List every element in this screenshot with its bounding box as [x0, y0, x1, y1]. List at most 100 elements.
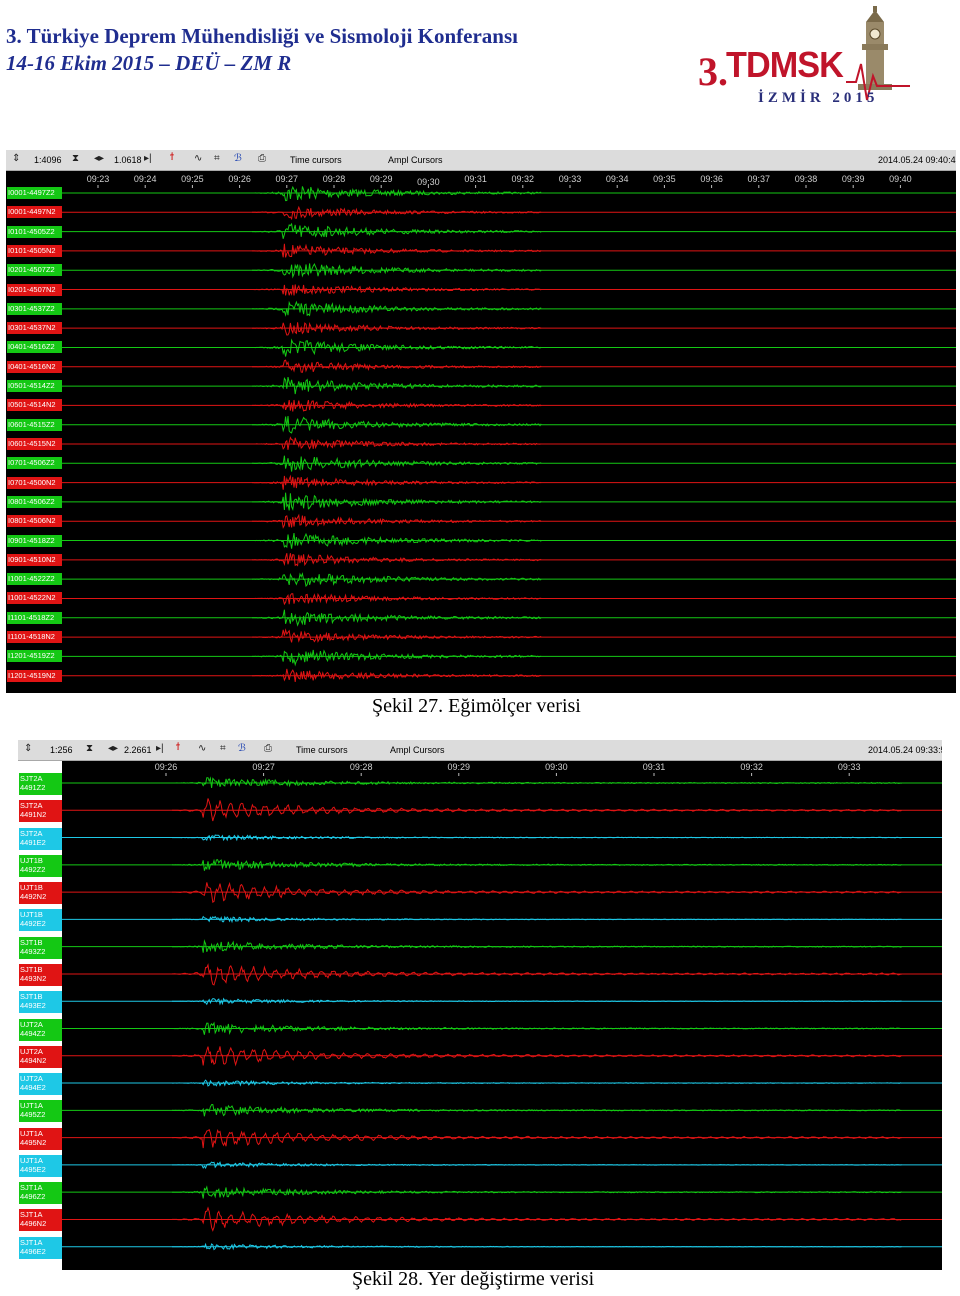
channel-label[interactable]: I0501-4514Z2	[7, 380, 62, 393]
channel-label[interactable]: I0201-4507Z2	[7, 264, 62, 277]
channel-label[interactable]: I0601-4515Z2	[7, 418, 62, 431]
hourglass-icon[interactable]: ⧗	[86, 743, 93, 754]
seismic-trace	[252, 205, 542, 221]
channel-label[interactable]: I1101-4518N2	[7, 631, 62, 644]
channel-label[interactable]: I0601-4515N2	[7, 438, 62, 450]
channel-label[interactable]: UJT1A 4495N2	[19, 1127, 62, 1150]
time-tick-label: 09:28	[323, 174, 346, 184]
filter-icon[interactable]: ℬ	[234, 153, 242, 164]
logo-name: TDMSK	[726, 44, 844, 85]
channel-label[interactable]: I0301-4537Z2	[7, 302, 62, 315]
time-cursors-button[interactable]: Time cursors	[296, 745, 348, 755]
channel-label[interactable]: UJT1A 4495E2	[19, 1154, 62, 1177]
seismogram-plot: 09:26 09:27 09:28 09:29 09:30 09:31 09:32 09:33	[62, 761, 942, 1270]
conference-logo: 3. TDMSK İZMİR 2015	[696, 4, 912, 112]
viewer-toolbar: ⇕ 1:256 ⧗ ◂▸ 2.2661 ▸| ϯ ∿ ⌗ ℬ ⎙ Time cu…	[18, 740, 942, 761]
step-forward-icon[interactable]: ▸|	[144, 153, 152, 164]
channel-label[interactable]: I1001-4522N2	[7, 592, 62, 605]
left-right-arrows-icon[interactable]: ◂▸	[94, 153, 104, 164]
displacement-figure: ⇕ 1:256 ⧗ ◂▸ 2.2661 ▸| ϯ ∿ ⌗ ℬ ⎙ Time cu…	[18, 740, 942, 1270]
time-tick-label: 09:23	[87, 174, 110, 184]
fit-window-icon[interactable]: ⌗	[214, 153, 220, 164]
seismic-trace	[251, 628, 542, 643]
filter-icon[interactable]: ℬ	[238, 743, 246, 754]
channel-label[interactable]: UJT1B 4492E2	[19, 909, 62, 932]
time-tick-label: 09:28	[350, 762, 373, 772]
channel-label[interactable]: I0401-4516N2	[7, 360, 62, 373]
channel-label[interactable]: SJT1B 4493Z2	[19, 936, 62, 959]
channel-label[interactable]: SJT1A 4496N2	[19, 1209, 62, 1232]
time-tick-label: 09:25	[181, 174, 204, 184]
channel-label[interactable]: SJT1A 4496E2	[19, 1236, 62, 1259]
zoom-ratio: 1:256	[50, 745, 73, 755]
seismic-trace	[252, 592, 542, 606]
channel-label[interactable]: I0501-4514N2	[7, 399, 62, 412]
ampl-cursors-button[interactable]: Ampl Cursors	[388, 155, 443, 165]
channel-label[interactable]: SJT1A 4496Z2	[19, 1182, 62, 1205]
channel-label[interactable]: I0101-4505Z2	[7, 225, 62, 238]
channel-label[interactable]: I0701-4500N2	[7, 476, 62, 489]
zoom-ratio: 1:4096	[34, 155, 62, 165]
left-right-arrows-icon[interactable]: ◂▸	[108, 743, 118, 754]
channel-label[interactable]: SJT2A 4491N2	[19, 800, 62, 823]
channel-label[interactable]: SJT2A 4491Z2	[19, 773, 62, 795]
seismic-trace	[171, 834, 902, 842]
time-tick-label: 09:35	[653, 174, 676, 184]
seismic-trace	[172, 963, 902, 986]
channel-label[interactable]: I1101-4518Z2	[7, 611, 62, 624]
record-datetime: 2014.05.24 09:33:58	[868, 745, 942, 755]
channel-label[interactable]: I0901-4510N2	[7, 553, 62, 566]
channel-label[interactable]: I0401-4516Z2	[7, 341, 62, 354]
channel-label[interactable]: I0101-4505N2	[7, 244, 62, 257]
logo-subtitle: İZMİR 2015	[758, 90, 879, 106]
waveform-icon[interactable]: ∿	[194, 153, 202, 164]
channel-label[interactable]: SJT2A 4491E2	[19, 827, 62, 850]
channel-label[interactable]: I0801-4506N2	[7, 515, 62, 528]
channel-label[interactable]: I0301-4537N2	[7, 322, 62, 335]
seismic-trace	[172, 997, 902, 1006]
up-down-arrows-icon[interactable]: ⇕	[12, 153, 20, 164]
channel-label[interactable]: I0901-4518Z2	[7, 534, 62, 547]
channel-label[interactable]: UJT1B 4492N2	[19, 882, 62, 905]
hourglass-icon[interactable]: ⧗	[72, 153, 79, 164]
time-tick-label: 09:29	[370, 174, 393, 184]
print-icon[interactable]: ⎙	[264, 743, 272, 754]
time-tick-label: 09:38	[795, 174, 818, 184]
seismic-trace	[171, 1185, 902, 1199]
channel-label[interactable]: UJT1A 4495Z2	[19, 1100, 62, 1123]
channel-label[interactable]: UJT2A 4494Z2	[19, 1018, 62, 1041]
up-down-arrows-icon[interactable]: ⇕	[24, 743, 32, 754]
seismic-trace	[252, 474, 542, 490]
channel-label[interactable]: I0001-4497Z2	[7, 187, 62, 199]
channel-label[interactable]: UJT1B 4492Z2	[19, 854, 62, 877]
figure-27-caption: Şekil 27. Eğimölçer verisi	[372, 695, 581, 717]
channel-label[interactable]: UJT2A 4494E2	[19, 1073, 62, 1096]
pick-marker-icon[interactable]: ϯ	[170, 152, 174, 163]
channel-label[interactable]: I0801-4506Z2	[7, 495, 62, 508]
ampl-cursors-button[interactable]: Ampl Cursors	[390, 745, 445, 755]
channel-label[interactable]: I1001-4522Z2	[7, 573, 62, 586]
channel-label[interactable]: I1201-4519Z2	[7, 650, 62, 663]
channel-label[interactable]: I0001-4497N2	[7, 206, 62, 219]
time-cursors-button[interactable]: Time cursors	[290, 155, 342, 165]
time-tick-label: 09:26	[155, 762, 178, 772]
seismic-trace	[172, 1128, 902, 1149]
time-tick-label: 09:34	[606, 174, 629, 184]
waveform-icon[interactable]: ∿	[198, 743, 206, 754]
time-tick-label: 09:27	[276, 174, 299, 184]
channel-label[interactable]: UJT2A 4494N2	[19, 1045, 62, 1068]
conference-title: 3. Türkiye Deprem Mühendisliği ve Sismol…	[6, 24, 518, 48]
channel-label[interactable]: I1201-4519N2	[7, 669, 62, 682]
fit-window-icon[interactable]: ⌗	[220, 743, 226, 754]
pick-marker-icon[interactable]: ϯ	[176, 742, 180, 753]
step-forward-icon[interactable]: ▸|	[156, 743, 164, 754]
channel-label[interactable]: I0201-4507N2	[7, 283, 62, 296]
channel-label[interactable]: SJT1B 4493E2	[19, 991, 62, 1014]
print-icon[interactable]: ⎙	[258, 153, 266, 164]
channel-label[interactable]: I0701-4506Z2	[7, 457, 62, 470]
record-datetime: 2014.05.24 09:40:46	[878, 155, 956, 165]
time-tick-label: 09:33	[559, 174, 582, 184]
channel-label-column: I0001-4497Z2 I0001-4497N2 I0101-4505Z2 I010…	[6, 171, 62, 693]
channel-label[interactable]: SJT1B 4493N2	[19, 963, 62, 986]
seismic-trace	[252, 532, 542, 549]
